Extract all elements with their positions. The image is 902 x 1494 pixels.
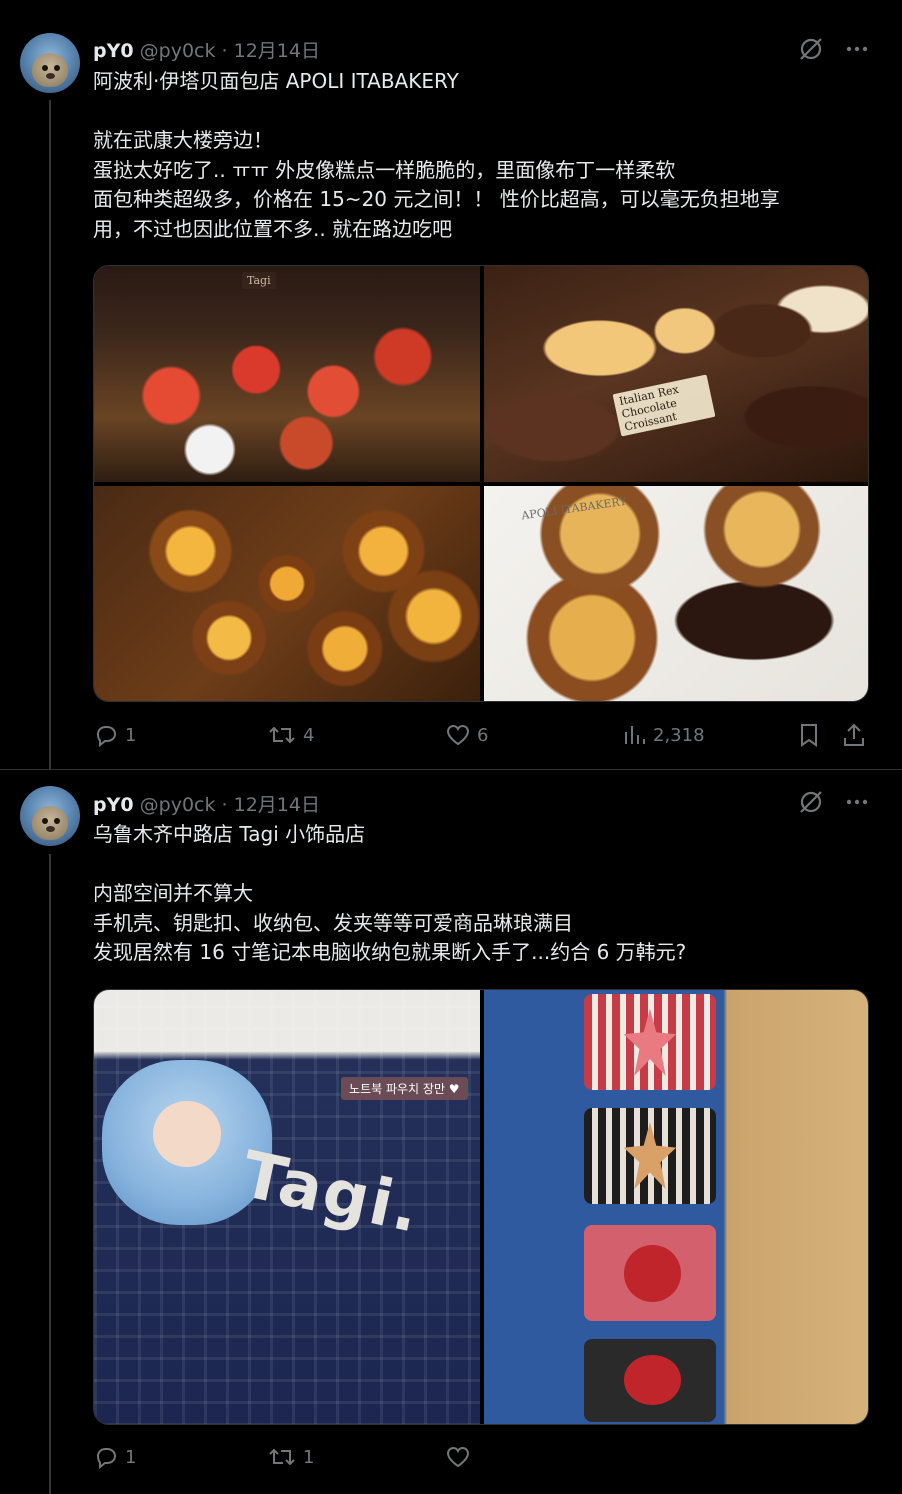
like-button[interactable] (445, 1444, 471, 1470)
share-icon (841, 722, 867, 748)
photo-laptop-bag[interactable]: Tagi. 노트북 파우치 장만 ♥ (94, 990, 480, 1424)
bookmark-icon (797, 722, 821, 748)
views-button[interactable]: 2,318 (621, 722, 705, 748)
tweet-line: 手机壳、钥匙扣、收纳包、发夹等等可爱商品琳琅满目 (93, 910, 573, 935)
tweet-line (93, 850, 863, 880)
case-red-check (584, 994, 716, 1091)
photo-egg-tart-plate[interactable]: APOLI ITABAKERY (484, 486, 868, 701)
tweet-text: 乌鲁木齐中路店 Tagi 小饰品店 内部空间并不算大 手机壳、钥匙扣、收纳包、发… (93, 820, 863, 968)
media-grid: Tagi. 노트북 파우치 장만 ♥ (93, 989, 869, 1425)
tweet-text: 阿波利·伊塔贝面包店 APOLI ITABAKERY 就在武康大楼旁边！ 蛋挞太… (93, 67, 863, 244)
like-button[interactable]: 6 (445, 722, 488, 748)
case-black-check (584, 1107, 716, 1204)
case-black-apple (584, 1338, 716, 1422)
grok-icon[interactable] (798, 789, 824, 815)
photo-chocolate-croissants[interactable]: Italian Rex Chocolate Croissant (484, 266, 868, 482)
separator: · (221, 794, 228, 816)
tweet-top-icons (798, 789, 868, 815)
grok-icon[interactable] (798, 36, 824, 62)
tweet-header: pY0 @py0ck · 12月14日 (93, 790, 320, 817)
photo-sign: Italian Rex Chocolate Croissant (612, 374, 716, 437)
avatar[interactable] (20, 33, 80, 93)
tweet-1[interactable]: pY0 @py0ck · 12月14日 阿波利·伊塔贝面包店 APOLI ITA… (0, 0, 902, 770)
reply-button[interactable]: 1 (93, 722, 136, 748)
photo-sticker: 노트북 파우치 장만 ♥ (341, 1077, 468, 1101)
tweet-date[interactable]: 12月14日 (234, 40, 320, 62)
reply-count: 1 (125, 724, 137, 746)
repost-count: 4 (303, 724, 315, 746)
repost-icon (267, 722, 297, 748)
thread-line (49, 854, 51, 1494)
author-name[interactable]: pY0 (93, 40, 134, 62)
views-icon (621, 722, 647, 748)
heart-icon (445, 1444, 471, 1470)
tweet-2[interactable]: pY0 @py0ck · 12月14日 乌鲁木齐中路店 Tagi 小饰品店 内部… (0, 770, 902, 1494)
photo-sign: Tagi (242, 272, 276, 289)
thread-line (49, 100, 51, 770)
repost-icon (267, 1444, 297, 1470)
tweet-line: 蛋挞太好吃了.. ㅠㅠ 外皮像糕点一样脆脆的，里面像布丁一样柔软 (93, 157, 676, 182)
media-grid: Tagi Italian Rex Chocolate Croissant APO… (93, 265, 869, 702)
heart-icon (445, 722, 471, 748)
photo-shop-shelf[interactable] (484, 990, 868, 1424)
tweet-line: 乌鲁木齐中路店 Tagi 小饰品店 (93, 822, 366, 846)
author-handle[interactable]: @py0ck (140, 794, 216, 816)
author-name[interactable]: pY0 (93, 794, 134, 816)
tweet-date[interactable]: 12月14日 (234, 794, 320, 816)
like-count: 6 (477, 724, 489, 746)
bag-brand-text: Tagi. (234, 1137, 428, 1248)
tweet-line: 阿波利·伊塔贝面包店 APOLI ITABAKERY (93, 69, 459, 93)
tweet-header: pY0 @py0ck · 12月14日 (93, 36, 320, 63)
tweet-line: 就在武康大楼旁边！ (93, 128, 273, 152)
author-handle[interactable]: @py0ck (140, 40, 216, 62)
tweet-line (93, 97, 863, 127)
tweet-line: 发现居然有 16 寸笔记本电脑收纳包就果断入手了...约合 6 万韩元? (93, 940, 687, 964)
more-icon[interactable] (846, 791, 868, 813)
reply-icon (93, 722, 119, 748)
tweet-actions: 1 1 (93, 1444, 869, 1474)
repost-button[interactable]: 1 (267, 1444, 314, 1470)
bookmark-button[interactable] (797, 722, 821, 748)
tweet-actions: 1 4 6 2,318 (93, 722, 869, 752)
repost-button[interactable]: 4 (267, 722, 314, 748)
tweet-line: 内部空间并不算大 (93, 881, 253, 905)
more-icon[interactable] (846, 38, 868, 60)
photo-egg-tarts[interactable] (94, 486, 480, 701)
tweet-line: 面包种类超级多，价格在 15~20 元之间！！ 性价比超高，可以毫无负担地享 (93, 187, 780, 211)
tweet-line: 用，不过也因此位置不多.. 就在路边吃吧 (93, 216, 453, 241)
reply-icon (93, 1444, 119, 1470)
separator: · (221, 40, 228, 62)
avatar[interactable] (20, 786, 80, 846)
photo-brand: APOLI ITABAKERY (520, 494, 628, 523)
repost-count: 1 (303, 1446, 315, 1468)
views-count: 2,318 (653, 724, 705, 746)
tweet-top-icons (798, 36, 868, 62)
reply-button[interactable]: 1 (93, 1444, 136, 1470)
share-button[interactable] (841, 722, 867, 748)
reply-count: 1 (125, 1446, 137, 1468)
case-pink-apple (584, 1225, 716, 1322)
photo-strawberry-tarts[interactable]: Tagi (94, 266, 480, 482)
